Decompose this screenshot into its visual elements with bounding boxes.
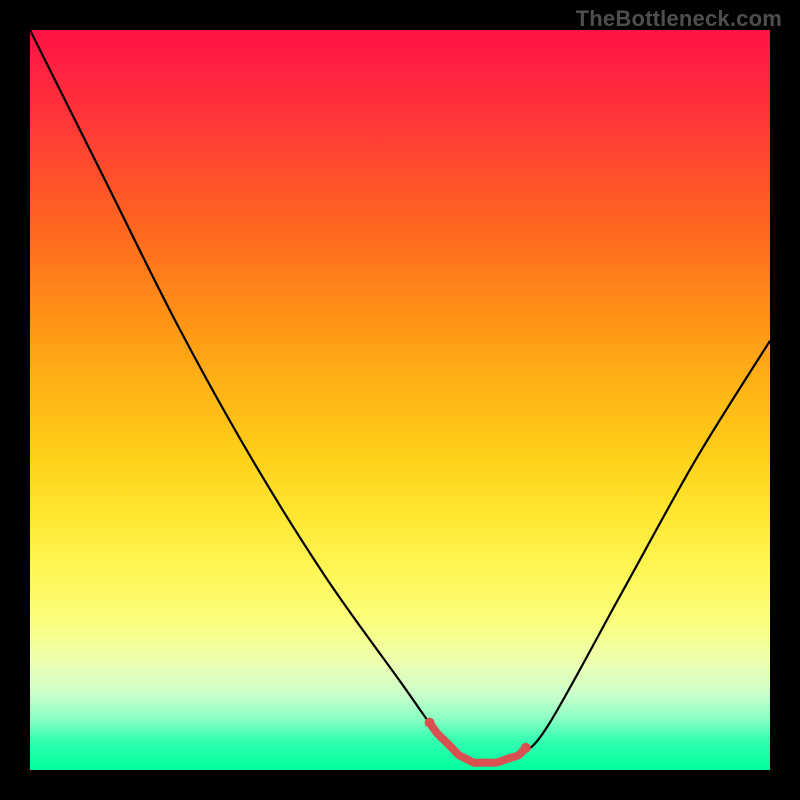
valley-dot-right <box>521 743 531 753</box>
watermark-text: TheBottleneck.com <box>576 6 782 32</box>
valley-dot-left <box>425 718 435 728</box>
chart-frame: TheBottleneck.com <box>0 0 800 800</box>
curve-left <box>30 30 474 763</box>
valley-highlight <box>430 723 526 763</box>
plot-area <box>30 30 770 770</box>
curve-svg <box>30 30 770 770</box>
curve-right <box>474 341 770 763</box>
